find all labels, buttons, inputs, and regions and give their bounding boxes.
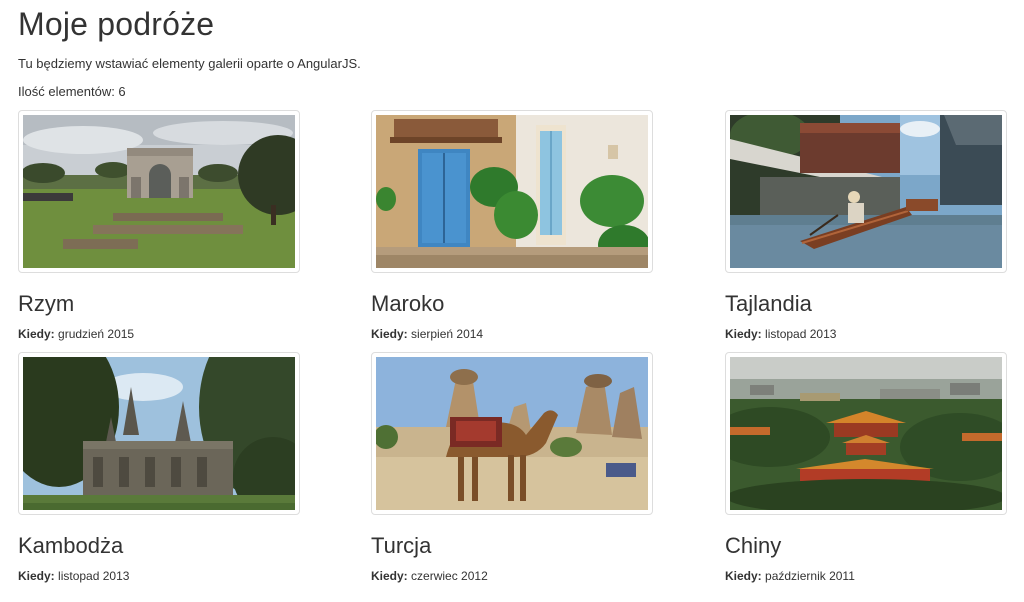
gallery-thumbnail[interactable]	[18, 352, 300, 515]
gallery-item-title: Rzym	[18, 291, 75, 316]
item-count: Ilość elementów: 6	[18, 84, 126, 99]
when-label: Kiedy:	[18, 327, 55, 341]
morocco-doors-photo	[376, 115, 648, 268]
when-label: Kiedy:	[725, 327, 762, 341]
page-title: Moje podróże	[18, 6, 215, 42]
gallery-item-title: Kambodża	[18, 533, 124, 558]
gallery-thumbnail[interactable]	[18, 110, 300, 273]
gallery-thumbnail[interactable]	[371, 110, 653, 273]
when-label: Kiedy:	[371, 327, 408, 341]
gallery-item-date: Kiedy: czerwiec 2012	[371, 569, 653, 584]
date-value: listopad 2013	[765, 327, 837, 341]
gallery-item-title: Turcja	[371, 533, 432, 558]
gallery-item-title: Tajlandia	[725, 291, 812, 316]
forbidden-city-photo	[730, 357, 1002, 510]
gallery-item-date: Kiedy: grudzień 2015	[18, 327, 300, 342]
date-value: grudzień 2015	[58, 327, 135, 341]
gallery-item-date: Kiedy: listopad 2013	[725, 327, 1007, 342]
gallery-item[interactable]: Kambodża Kiedy: listopad 2013	[18, 352, 300, 584]
date-value: czerwiec 2012	[411, 569, 488, 583]
gallery-item-date: Kiedy: listopad 2013	[18, 569, 300, 584]
camel-photo	[376, 357, 648, 510]
when-label: Kiedy:	[371, 569, 408, 583]
page: Moje podróże Tu będziemy wstawiać elemen…	[0, 0, 1024, 600]
gallery-item[interactable]: Maroko Kiedy: sierpień 2014	[371, 110, 653, 342]
gallery-item-title: Chiny	[725, 533, 782, 558]
date-value: październik 2011	[765, 569, 855, 583]
rome-arch-photo	[23, 115, 295, 268]
gallery-thumbnail[interactable]	[371, 352, 653, 515]
gallery-item[interactable]: Chiny Kiedy: październik 2011	[725, 352, 1007, 584]
gallery-grid: Rzym Kiedy: grudzień 2015 Maroko Kiedy: …	[18, 110, 1007, 600]
gallery-item-date: Kiedy: sierpień 2014	[371, 327, 653, 342]
angkor-temple-photo	[23, 357, 295, 510]
gallery-item-date: Kiedy: październik 2011	[725, 569, 1007, 584]
when-label: Kiedy:	[18, 569, 55, 583]
date-value: listopad 2013	[58, 569, 130, 583]
gallery-item[interactable]: Rzym Kiedy: grudzień 2015	[18, 110, 300, 342]
when-label: Kiedy:	[725, 569, 762, 583]
gallery-item-title: Maroko	[371, 291, 445, 316]
gallery-thumbnail[interactable]	[725, 352, 1007, 515]
date-value: sierpień 2014	[411, 327, 484, 341]
intro-text: Tu będziemy wstawiać elementy galerii op…	[18, 56, 361, 71]
gallery-item[interactable]: Turcja Kiedy: czerwiec 2012	[371, 352, 653, 584]
gallery-item[interactable]: Tajlandia Kiedy: listopad 2013	[725, 110, 1007, 342]
gallery-thumbnail[interactable]	[725, 110, 1007, 273]
thailand-boat-photo	[730, 115, 1002, 268]
